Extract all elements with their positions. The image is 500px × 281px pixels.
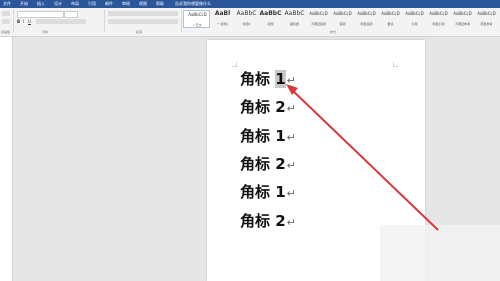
arrow-shaft [290, 88, 439, 231]
annotation-arrow [286, 84, 439, 231]
